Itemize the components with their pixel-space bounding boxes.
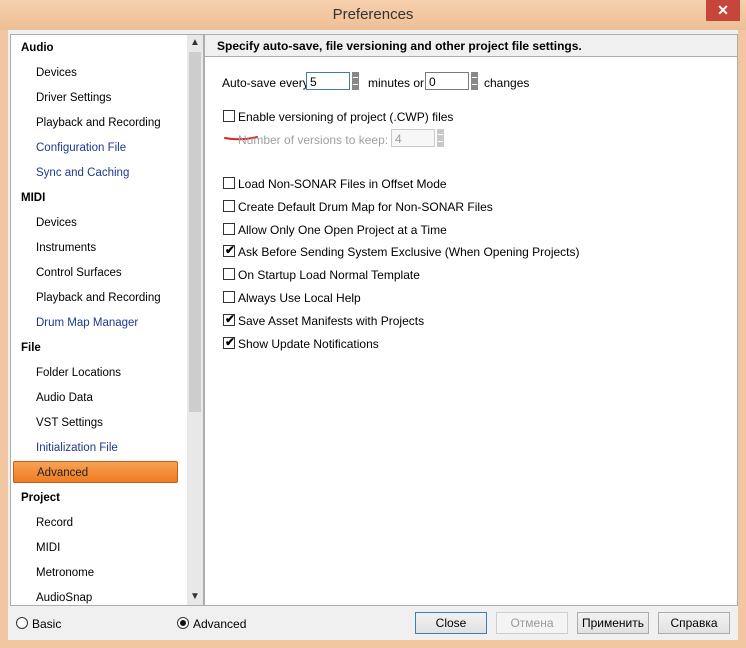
tree-item-advanced[interactable]: Advanced [13,461,178,483]
tree-item-control-surfaces[interactable]: Control Surfaces [36,262,122,284]
option-label: Save Asset Manifests with Projects [238,314,425,328]
option-checkbox[interactable] [223,291,235,303]
tree-item-audio-data[interactable]: Audio Data [36,387,93,409]
cancel-button[interactable]: Отмена [496,612,568,634]
tree-item-project-midi[interactable]: MIDI [36,537,60,559]
tree-item-drum-map-manager[interactable]: Drum Map Manager [36,312,138,334]
checkmark-icon: ✔ [225,335,236,349]
title-bar: Preferences ✕ [0,0,746,30]
tree-category-file[interactable]: File [21,337,41,359]
option-label: Ask Before Sending System Exclusive (Whe… [238,245,580,259]
versions-to-keep-input[interactable]: 4 [391,129,435,147]
option-checkbox[interactable]: ✔ [223,335,236,349]
changes-label: changes [484,76,530,90]
mode-advanced-radio[interactable] [177,617,189,629]
scroll-up-icon[interactable]: ▲ [187,35,203,51]
preferences-tree: Audio Devices Driver Settings Playback a… [10,34,204,606]
tree-item-driver-settings[interactable]: Driver Settings [36,87,111,109]
scroll-down-icon[interactable]: ▼ [187,589,203,605]
autosave-changes-spinner[interactable] [471,72,478,90]
tree-item-audio-playback-recording[interactable]: Playback and Recording [36,112,161,134]
option-label: Always Use Local Help [238,291,361,305]
window-title: Preferences [332,6,414,23]
tree-item-configuration-file[interactable]: Configuration File [36,137,126,159]
option-label: Create Default Drum Map for Non-SONAR Fi… [238,200,493,214]
checkmark-icon: ✔ [225,243,236,257]
close-button[interactable]: Close [415,612,487,634]
mode-basic-radio[interactable] [16,617,28,629]
dialog-body: Audio Devices Driver Settings Playback a… [8,30,738,640]
tree-item-record[interactable]: Record [36,512,73,534]
radio-selected-dot [180,620,186,626]
tree-item-instruments[interactable]: Instruments [36,237,96,259]
help-button[interactable]: Справка [658,612,730,634]
option-label: On Startup Load Normal Template [238,268,420,282]
window-close-button[interactable]: ✕ [706,0,740,21]
scrollbar-thumb[interactable] [189,52,201,412]
tree-item-vst-settings[interactable]: VST Settings [36,412,103,434]
tree-item-midi-playback-recording[interactable]: Playback and Recording [36,287,161,309]
minutes-or-label: minutes or [368,76,425,90]
versions-to-keep-spinner[interactable] [437,129,444,147]
apply-button[interactable]: Применить [577,612,649,634]
autosave-minutes-input[interactable]: 5 [306,72,350,90]
versioning-label: Enable versioning of project (.CWP) file… [238,110,454,124]
panel-description: Specify auto-save, file versioning and o… [205,35,737,57]
autosave-changes-input[interactable]: 0 [425,72,469,90]
option-checkbox[interactable]: ✔ [223,312,236,326]
tree-item-audiosnap[interactable]: AudioSnap [36,587,92,605]
option-checkbox[interactable] [223,200,235,212]
settings-panel: Specify auto-save, file versioning and o… [204,34,738,606]
tree-item-folder-locations[interactable]: Folder Locations [36,362,121,384]
tree-item-midi-devices[interactable]: Devices [36,212,77,234]
tree-item-initialization-file[interactable]: Initialization File [36,437,118,459]
versioning-checkbox[interactable] [223,110,235,122]
option-label: Allow Only One Open Project at a Time [238,223,447,237]
checkmark-icon: ✔ [225,312,236,326]
tree-category-midi[interactable]: MIDI [21,187,45,209]
autosave-label: Auto-save every [222,76,309,90]
sidebar-scrollbar[interactable]: ▲ ▼ [187,35,203,605]
option-checkbox[interactable] [223,223,235,235]
tree-item-audio-devices[interactable]: Devices [36,62,77,84]
mode-advanced-label: Advanced [193,617,247,631]
option-checkbox[interactable] [223,268,235,280]
tree-category-project[interactable]: Project [21,487,60,509]
option-label: Load Non-SONAR Files in Offset Mode [238,177,447,191]
autosave-minutes-spinner[interactable] [352,72,359,90]
mode-basic-label: Basic [32,617,62,631]
versions-to-keep-label: Number of versions to keep: [238,133,389,147]
option-checkbox[interactable] [223,177,235,189]
option-checkbox[interactable]: ✔ [223,243,236,257]
tree-item-metronome[interactable]: Metronome [36,562,94,584]
option-label: Show Update Notifications [238,337,379,351]
tree-category-audio[interactable]: Audio [21,37,54,59]
tree-item-sync-caching[interactable]: Sync and Caching [36,162,129,184]
